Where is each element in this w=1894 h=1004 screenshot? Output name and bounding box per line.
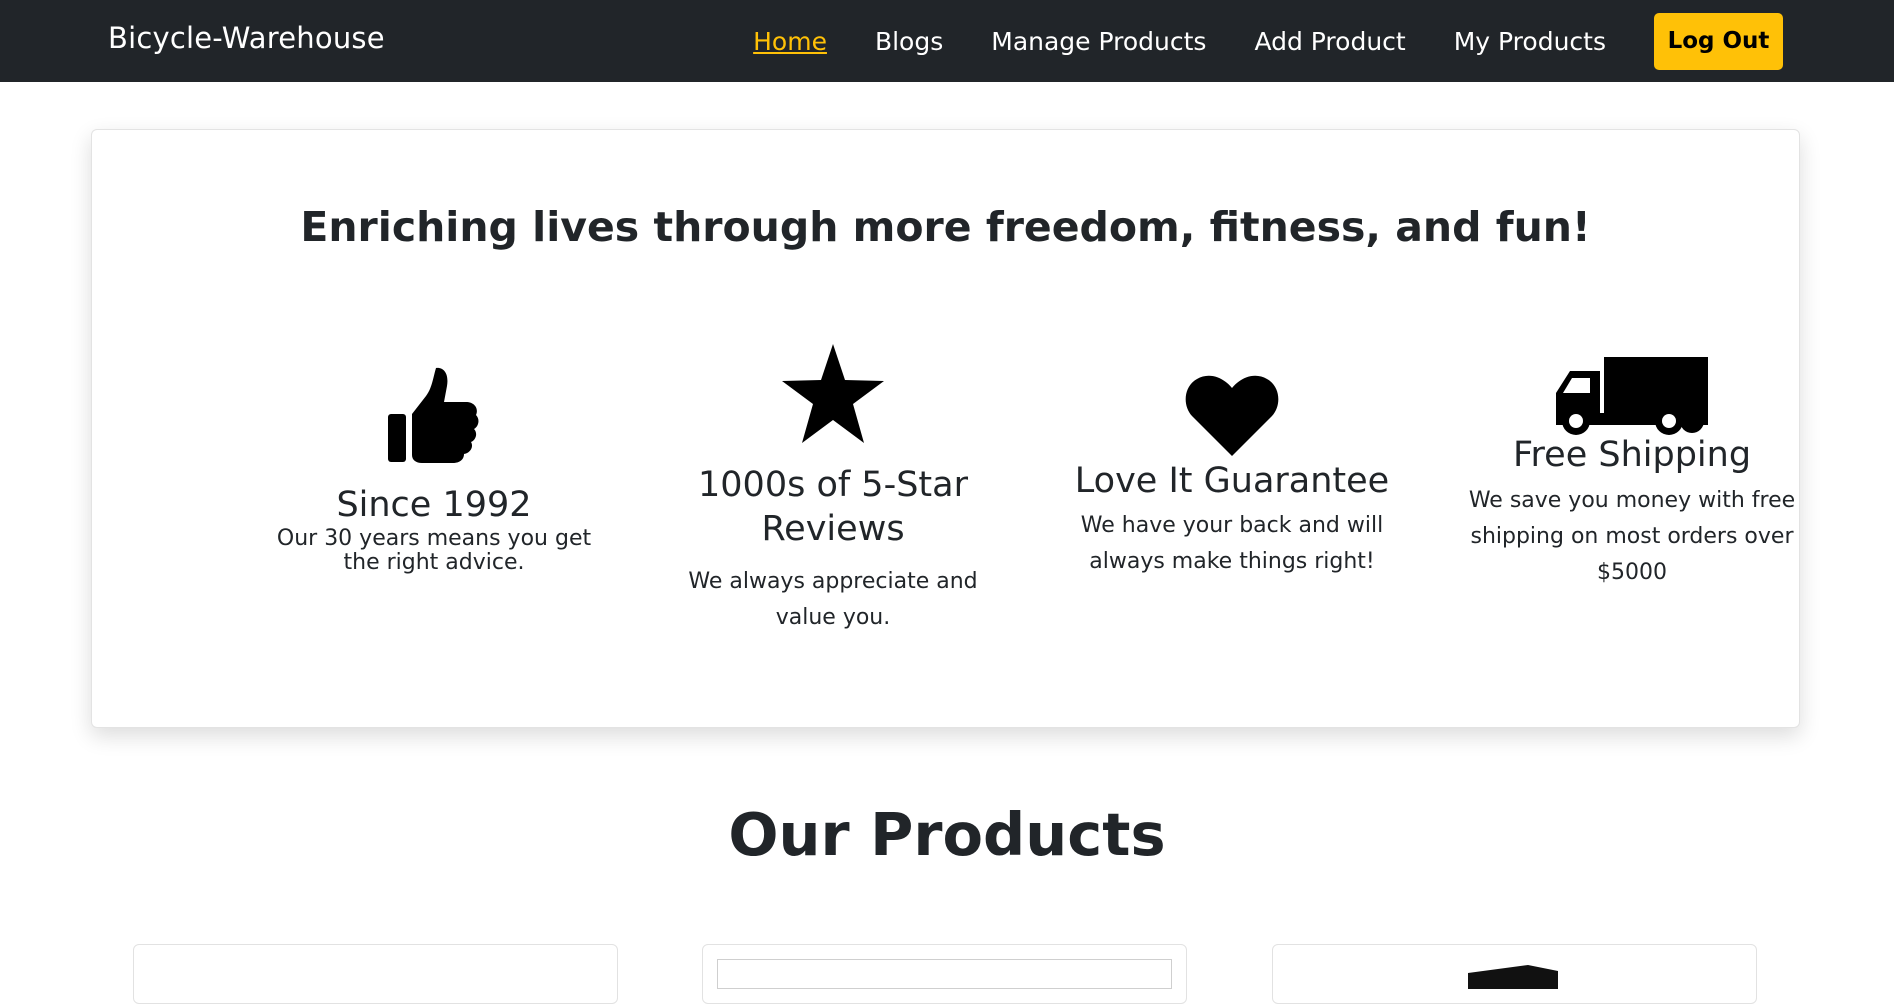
nav-link-add-product[interactable]: Add Product: [1254, 27, 1405, 56]
feature-text: Our 30 years means you get the right adv…: [276, 526, 592, 575]
nav-links: Home Blogs Manage Products Add Product M…: [753, 12, 1783, 70]
feature-text: We always appreciate and value you.: [688, 569, 978, 630]
our-products-title: Our Products: [728, 800, 1166, 869]
nav-link-manage-products[interactable]: Manage Products: [991, 27, 1206, 56]
feature-since-1992: Since 1992 Our 30 years means you get th…: [258, 366, 610, 575]
product-image: [1468, 965, 1558, 989]
product-card[interactable]: [702, 944, 1187, 1004]
feature-love-it-guarantee: Love It Guarantee We have your back and …: [1056, 374, 1408, 580]
log-out-button[interactable]: Log Out: [1654, 12, 1783, 70]
feature-reviews: 1000s of 5-Star Reviews We always apprec…: [657, 344, 1009, 636]
feature-text: We save you money with free shipping on …: [1468, 488, 1796, 585]
navbar: Bicycle-Warehouse Home Blogs Manage Prod…: [0, 0, 1894, 82]
feature-title: 1000s of 5-Star Reviews: [698, 465, 968, 549]
heart-icon: [1185, 375, 1279, 456]
thumbs-up-icon: [388, 367, 479, 463]
product-image: [717, 959, 1172, 989]
nav-link-home[interactable]: Home: [753, 27, 827, 56]
truck-icon: [1556, 357, 1708, 435]
brand-logo[interactable]: Bicycle-Warehouse: [108, 21, 385, 55]
hero-title: Enriching lives through more freedom, fi…: [300, 203, 1591, 251]
product-card[interactable]: [1272, 944, 1757, 1004]
feature-title: Since 1992: [336, 485, 532, 525]
hero-card: Enriching lives through more freedom, fi…: [91, 129, 1800, 728]
nav-link-blogs[interactable]: Blogs: [875, 27, 943, 56]
product-card[interactable]: [133, 944, 618, 1004]
feature-title: Free Shipping: [1512, 435, 1752, 475]
star-icon: [782, 344, 884, 443]
feature-text: We have your back and will always make t…: [1080, 513, 1384, 574]
feature-title: Love It Guarantee: [1074, 461, 1390, 501]
feature-free-shipping: Free Shipping We save you money with fre…: [1456, 357, 1808, 591]
nav-link-my-products[interactable]: My Products: [1454, 27, 1606, 56]
